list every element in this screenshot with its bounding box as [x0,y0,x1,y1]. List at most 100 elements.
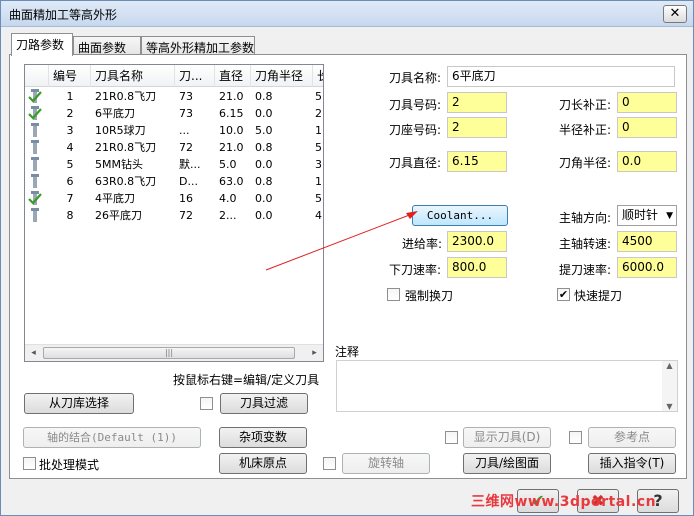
table-cell-rad: 0.0 [255,158,273,171]
table-cell-dia: 10.0 [219,124,244,137]
scroll-down-icon[interactable]: ▼ [662,402,677,411]
tool-list-header: 编号 刀具名称 刀... 直径 刀角半径 长 [25,65,323,87]
tool-filter-button[interactable]: 刀具过滤 [220,393,308,414]
title-bar: 曲面精加工等高外形 ✕ [1,1,693,27]
retract-rate-field[interactable]: 6000.0 [617,257,677,278]
table-cell-c6: 1 [315,175,322,188]
spindle-direction-select[interactable]: 顺时针 ▼ [617,205,677,226]
table-cell-name: 6平底刀 [95,107,135,120]
table-cell-rad: 0.0 [255,107,273,120]
seat-number-label: 刀座号码: [389,123,442,137]
arrow-line [265,213,413,271]
length-comp-field[interactable]: 0 [617,92,677,113]
table-cell-c3: 16 [179,192,193,205]
table-row[interactable]: 4 21R0.8飞刀 72 21.0 0.8 5 [25,139,323,156]
spindle-speed-field[interactable]: 4500 [617,231,677,252]
seat-number-field[interactable]: 2 [447,117,507,138]
force-change-checkbox[interactable] [387,288,400,301]
header-number[interactable]: 编号 [49,65,91,87]
table-cell-c3: 72 [179,141,193,154]
notes-scrollbar[interactable]: ▲ ▼ [662,361,677,411]
fast-retract-checkbox[interactable]: ✔ [557,288,570,301]
table-cell-c3: ... [179,124,190,137]
ref-point-checkbox[interactable] [569,431,582,444]
table-cell-dia: 6.15 [219,107,244,120]
table-cell-dia: 21.0 [219,90,244,103]
plunge-rate-field[interactable]: 800.0 [447,257,507,278]
diameter-field[interactable]: 6.15 [447,151,507,172]
show-tool-button[interactable]: 显示刀具(D) [463,427,551,448]
header-diameter[interactable]: 直径 [215,65,251,87]
table-cell-dia: 63.0 [219,175,244,188]
table-cell-num: 8 [66,209,74,222]
tool-icon [31,208,39,222]
scroll-up-icon[interactable]: ▲ [662,361,677,370]
batch-mode-checkbox[interactable] [23,457,36,470]
machine-origin-button[interactable]: 机床原点 [219,453,307,474]
fast-retract-label: 快速提刀 [574,289,623,303]
table-cell-name: 21R0.8飞刀 [95,141,157,154]
show-tool-checkbox[interactable] [445,431,458,444]
table-cell-num: 7 [66,192,74,205]
table-cell-c3: 73 [179,90,193,103]
table-cell-dia: 2... [219,209,237,222]
table-cell-num: 4 [66,141,74,154]
tab-contour-finish-params[interactable]: 等高外形精加工参数 [141,36,255,55]
tab-surface-params[interactable]: 曲面参数 [73,36,141,55]
header-col3[interactable]: 刀... [175,65,215,87]
axis-combo-button[interactable]: 轴的结合(Default (1)) [23,427,201,448]
header-tool-name[interactable]: 刀具名称 [91,65,175,87]
table-cell-dia: 4.0 [219,192,237,205]
tab-toolpath-params[interactable]: 刀路参数 [11,33,73,56]
spindle-direction-label: 主轴方向: [559,211,612,225]
insert-command-button[interactable]: 插入指令(T) [588,453,676,474]
tool-plane-button[interactable]: 刀具/绘图面 [463,453,551,474]
table-row[interactable]: 6 63R0.8飞刀 D... 63.0 0.8 1 [25,173,323,190]
ref-point-button[interactable]: 参考点 [588,427,676,448]
scroll-right-icon[interactable]: ▸ [306,345,323,361]
rotary-axis-checkbox[interactable] [323,457,336,470]
header-corner-radius[interactable]: 刀角半径 [251,65,313,87]
scroll-left-icon[interactable]: ◂ [25,345,42,361]
radius-comp-field[interactable]: 0 [617,117,677,138]
header-length[interactable]: 长 [313,65,323,87]
red-arrow-annotation [265,211,418,271]
coolant-button[interactable]: Coolant... [412,205,508,226]
table-cell-c6: 1 [315,124,322,137]
watermark: 三维网www.3dportal.cn [471,494,657,510]
feed-rate-field[interactable]: 2300.0 [447,231,507,252]
close-button[interactable]: ✕ [663,5,687,23]
tool-icon [31,174,39,188]
notes-label: 注释 [335,345,360,359]
window-title: 曲面精加工等高外形 [9,8,118,22]
table-row[interactable]: 5 5MM钻头 默... 5.0 0.0 3 [25,156,323,173]
table-cell-num: 2 [66,107,74,120]
tool-number-field[interactable]: 2 [447,92,507,113]
table-row[interactable]: 3 10R5球刀... 10.0 5.0 1 [25,122,323,139]
horizontal-scrollbar[interactable]: ◂ ||| ▸ [25,344,323,361]
table-cell-name: 21R0.8飞刀 [95,90,157,103]
header-icon-col [25,65,49,87]
rotary-axis-button[interactable]: 旋转轴 [342,453,430,474]
table-cell-name: 4平底刀 [95,192,135,205]
length-comp-label: 刀长补正: [559,98,612,112]
tool-filter-checkbox[interactable] [200,397,213,410]
corner-radius-field[interactable]: 0.0 [617,151,677,172]
table-cell-num: 1 [66,90,74,103]
separator [330,307,676,308]
table-cell-c3: 默... [179,158,201,171]
batch-mode-label: 批处理模式 [39,458,100,472]
force-change-label: 强制换刀 [405,289,454,303]
scroll-thumb[interactable]: ||| [43,347,295,359]
table-cell-c6: 2 [315,107,322,120]
table-row[interactable]: 2 6平底刀 73 6.15 0.0 2 [25,105,323,122]
table-cell-rad: 0.8 [255,141,273,154]
table-cell-name: 63R0.8飞刀 [95,175,157,188]
tool-name-field[interactable]: 6平底刀 [447,66,675,87]
from-library-button[interactable]: 从刀库选择 [24,393,134,414]
notes-textarea[interactable]: ▲ ▼ [336,360,678,412]
tool-checked-icon [28,191,42,205]
misc-values-button[interactable]: 杂项变数 [219,427,307,448]
table-row[interactable]: 1 21R0.8飞刀 73 21.0 0.8 5 [25,88,323,105]
table-cell-rad: 5.0 [255,124,273,137]
